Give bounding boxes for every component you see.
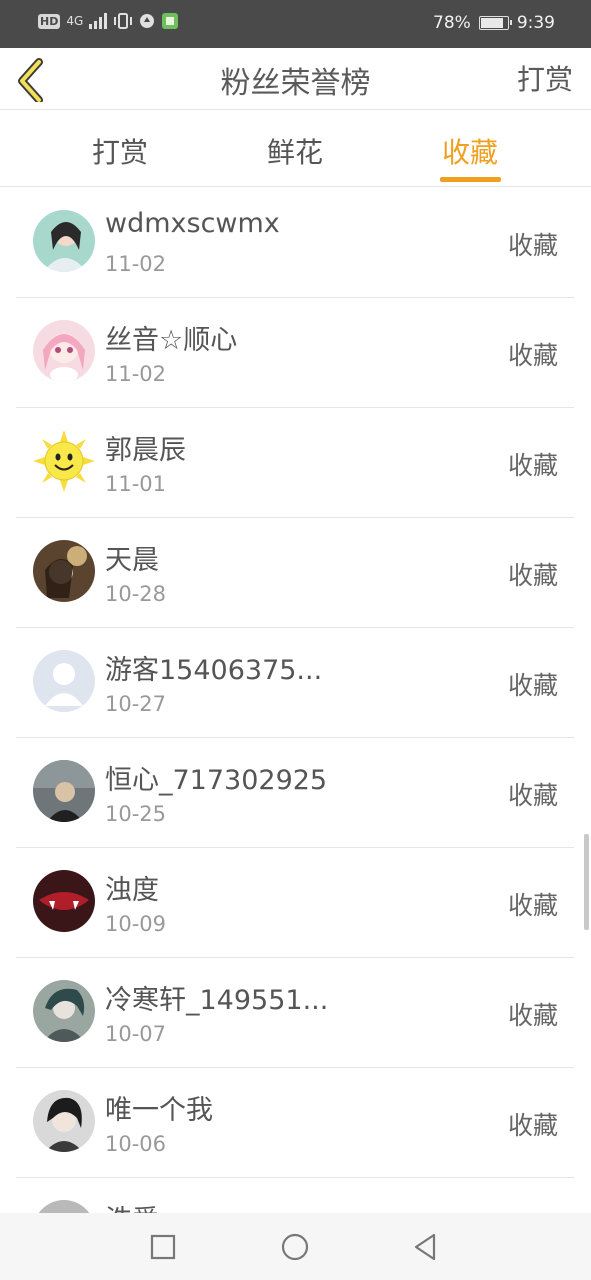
list-item[interactable]: 丝音☆顺心 11-02 收藏 (16, 298, 574, 408)
user-date: 10-09 (105, 912, 167, 936)
user-date: 10-25 (105, 802, 167, 826)
user-name: 游客15406375... (105, 655, 323, 686)
user-name: 丝音☆顺心 (105, 325, 238, 356)
user-name: 郭晨辰 (105, 435, 186, 466)
fan-list: wdmxscwmx 11-02 收藏 丝音☆顺心 11-02 收藏 郭晨辰 11… (16, 188, 574, 1213)
avatar (33, 210, 95, 272)
user-name: 浊度 (105, 875, 159, 906)
list-item[interactable]: 唯一个我 10-06 收藏 (16, 1068, 574, 1178)
favorite-label: 收藏 (507, 1001, 558, 1030)
user-name: 天晨 (105, 545, 159, 576)
status-icons-left: HD 4G (38, 12, 179, 30)
favorite-label: 收藏 (507, 671, 558, 700)
user-date: 10-28 (105, 582, 167, 606)
list-item[interactable]: wdmxscwmx 11-02 收藏 (16, 188, 574, 298)
favorite-label: 收藏 (507, 781, 558, 810)
list-item[interactable]: 郭晨辰 11-01 收藏 (16, 408, 574, 518)
avatar (33, 1090, 95, 1152)
list-item[interactable]: 天晨 10-28 收藏 (16, 518, 574, 628)
status-bar: HD 4G 78% 9:39 (0, 0, 591, 48)
battery-icon (478, 16, 512, 30)
top-app-bar: 粉丝荣誉榜 打赏 (0, 48, 591, 110)
vibrate-icon (114, 13, 133, 29)
user-name: 恒心_717302925 (105, 765, 328, 796)
list-item[interactable]: 浊度 10-09 收藏 (16, 848, 574, 958)
active-tab-indicator (440, 177, 501, 182)
battery-level-fill (480, 18, 503, 28)
favorite-label: 收藏 (507, 561, 558, 590)
reward-button[interactable]: 打赏 (517, 58, 573, 98)
page-title: 粉丝荣誉榜 (220, 66, 371, 101)
tab-favorites[interactable]: 收藏 (410, 131, 530, 171)
list-item[interactable]: 冷寒轩_149551... 10-07 收藏 (16, 958, 574, 1068)
favorite-label: 收藏 (507, 231, 558, 260)
default-avatar (33, 650, 95, 712)
favorite-label: 收藏 (507, 891, 558, 920)
list-item[interactable]: 恒心_717302925 10-25 收藏 (16, 738, 574, 848)
list-item[interactable]: 浩爱 (16, 1178, 574, 1213)
avatar (33, 870, 95, 932)
tab-bar: 打赏 鲜花 收藏 (0, 111, 591, 187)
signal-icon (89, 13, 108, 29)
user-date: 10-27 (105, 692, 167, 716)
user-date: 10-06 (105, 1132, 167, 1156)
user-date: 10-07 (105, 1022, 167, 1046)
clock: 9:39 (516, 13, 555, 33)
avatar (33, 430, 95, 492)
favorite-label: 收藏 (507, 341, 558, 370)
avatar (33, 760, 95, 822)
avatar (33, 980, 95, 1042)
user-name: wdmxscwmx (105, 208, 280, 239)
favorite-label: 收藏 (507, 451, 558, 480)
user-name: 唯一个我 (105, 1095, 213, 1126)
list-item[interactable]: 游客15406375... 10-27 收藏 (16, 628, 574, 738)
scrollbar[interactable] (584, 834, 589, 930)
square-icon[interactable] (147, 1231, 179, 1263)
tab-reward[interactable]: 打赏 (60, 131, 180, 171)
system-nav-bar (0, 1213, 591, 1280)
triangle-back-icon[interactable] (410, 1231, 442, 1263)
app-notification-icon (162, 13, 179, 29)
avatar (33, 540, 95, 602)
user-date: 11-02 (105, 362, 167, 386)
tab-flowers[interactable]: 鲜花 (235, 131, 355, 171)
status-icons-right: 78% 9:39 (433, 13, 555, 33)
user-name: 冷寒轩_149551... (105, 985, 329, 1016)
avatar (33, 1200, 95, 1213)
user-date: 11-01 (105, 472, 167, 496)
hd-badge: HD (38, 13, 61, 29)
data-saver-icon (140, 14, 155, 28)
circle-icon[interactable] (279, 1231, 311, 1263)
network-label: 4G (66, 14, 84, 28)
user-name: 浩爱 (105, 1198, 159, 1213)
user-date: 11-02 (105, 252, 167, 276)
avatar (33, 320, 95, 382)
battery-percent: 78% (433, 13, 471, 33)
favorite-label: 收藏 (507, 1111, 558, 1140)
